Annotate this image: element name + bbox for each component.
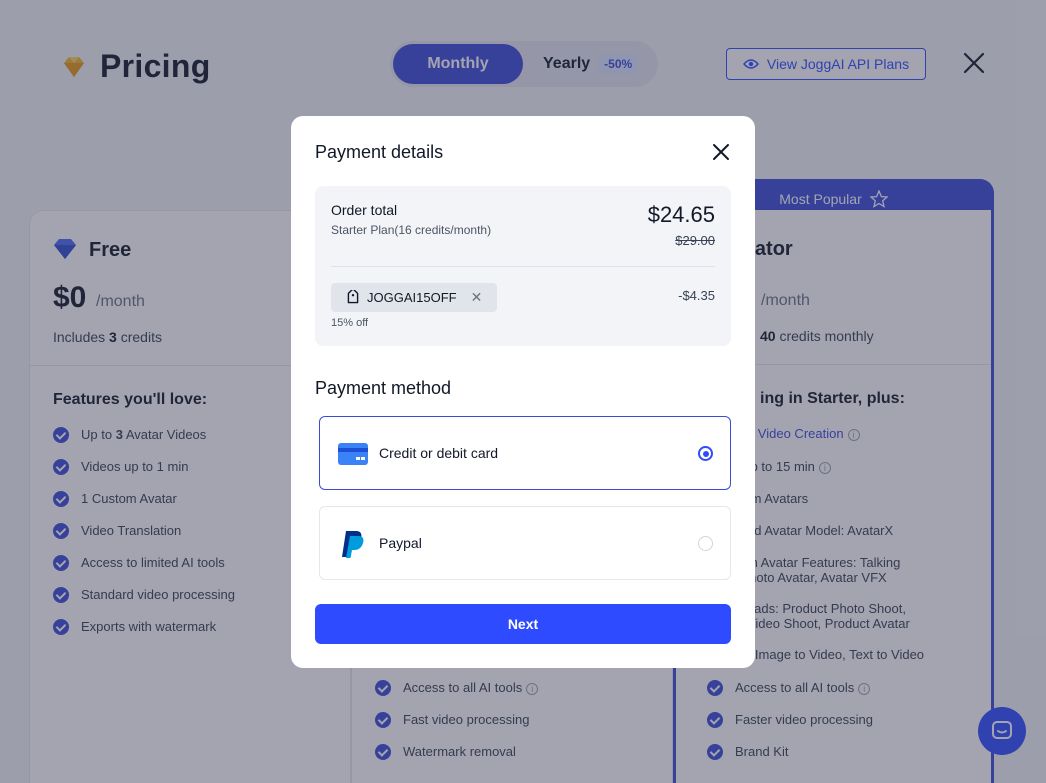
payment-details-modal: Payment details Order total Starter Plan… — [291, 116, 755, 668]
remove-coupon-button[interactable]: ✕ — [471, 289, 483, 306]
discount-amount: -$4.35 — [678, 288, 715, 303]
payment-method-title: Payment method — [315, 378, 452, 398]
discount-note: 15% off — [331, 317, 369, 329]
coupon-chip: JOGGAI15OFF ✕ — [331, 283, 497, 312]
tag-icon — [347, 289, 359, 303]
payment-option-card[interactable]: Credit or debit card — [319, 416, 731, 490]
radio-unselected[interactable] — [698, 536, 713, 551]
payment-option-label: Credit or debit card — [379, 445, 499, 461]
payment-option-label: Paypal — [379, 535, 422, 551]
paypal-icon — [338, 529, 368, 559]
next-button[interactable]: Next — [315, 604, 731, 644]
order-summary: Order total Starter Plan(16 credits/mont… — [315, 186, 731, 346]
divider — [331, 266, 715, 267]
order-plan-description: Starter Plan(16 credits/month) — [331, 223, 492, 237]
payment-option-paypal[interactable]: Paypal — [319, 506, 731, 580]
order-total-amount: $24.65 — [647, 202, 715, 227]
original-price: $29.00 — [675, 233, 715, 248]
order-total-label: Order total — [331, 202, 398, 218]
coupon-code: JOGGAI15OFF — [367, 290, 457, 305]
modal-title: Payment details — [315, 142, 444, 162]
radio-selected[interactable] — [698, 446, 713, 461]
close-icon[interactable] — [709, 140, 733, 164]
credit-card-icon — [338, 439, 368, 469]
